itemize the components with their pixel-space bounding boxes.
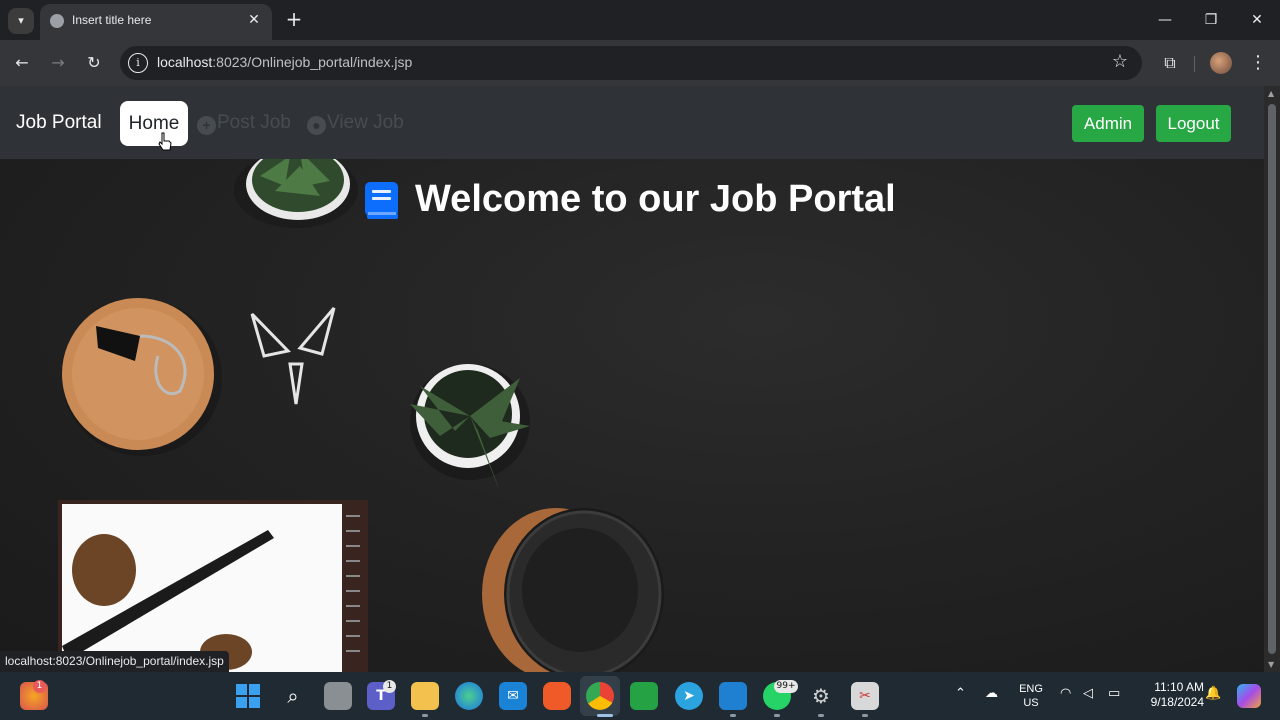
language-top: ENG — [1019, 683, 1043, 695]
address-bar[interactable]: i localhost:8023/Onlinejob_portal/index.… — [120, 46, 1142, 80]
book-icon — [365, 182, 398, 219]
scroll-up-icon[interactable]: ▲ — [1268, 89, 1274, 98]
bookmark-star-icon[interactable]: ☆ — [1112, 51, 1128, 72]
url-text[interactable]: localhost:8023/Onlinejob_portal/index.js… — [157, 54, 412, 70]
notification-bell-icon[interactable]: 🔔 — [1205, 686, 1221, 701]
scroll-down-icon[interactable]: ▼ — [1268, 660, 1274, 669]
restore-button[interactable]: ❐ — [1189, 6, 1233, 34]
language-indicator[interactable]: ENG US — [1018, 682, 1044, 710]
page-viewport: Job Portal Home + Post Job ● View Job Admi… — [0, 86, 1264, 672]
minimize-button[interactable]: — — [1143, 6, 1187, 34]
admin-button[interactable]: Admin — [1072, 105, 1144, 142]
whatsapp-badge: 99+ — [774, 680, 798, 693]
globe-icon — [50, 14, 64, 28]
vscode-icon[interactable] — [719, 682, 747, 710]
page-title: Welcome to our Job Portal — [415, 178, 896, 220]
back-arrow-icon[interactable]: ← — [8, 49, 36, 77]
brave-icon[interactable] — [543, 682, 571, 710]
new-tab-button[interactable]: + — [282, 8, 306, 32]
system-clock[interactable]: 11:10 AM 9/18/2024 — [1134, 680, 1204, 710]
weather-badge: 1 — [33, 680, 46, 693]
nav-link-view-job[interactable]: ● View Job — [307, 112, 404, 135]
scrollbar-thumb[interactable] — [1268, 104, 1276, 654]
volume-icon[interactable]: ◁ — [1083, 686, 1093, 701]
running-indicator — [774, 714, 780, 717]
nav-link-post-job[interactable]: + Post Job — [197, 112, 291, 135]
windows-start-icon[interactable] — [234, 682, 262, 710]
url-path: :8023/Onlinejob_portal/index.jsp — [212, 54, 413, 70]
onedrive-cloud-icon[interactable]: ☁ — [985, 686, 998, 701]
site-info-icon[interactable]: i — [128, 53, 148, 73]
task-view-icon[interactable] — [324, 682, 352, 710]
tab-title: Insert title here — [72, 13, 152, 27]
language-bottom: US — [1023, 697, 1039, 709]
tab-close-icon[interactable]: ✕ — [244, 10, 264, 30]
tab-search-chevron-icon[interactable]: ▾ — [8, 8, 34, 34]
search-icon[interactable]: ⌕ — [279, 682, 307, 710]
clock-time: 11:10 AM — [1154, 680, 1204, 694]
tab-strip: ▾ Insert title here ✕ + — ❐ ✕ — [0, 0, 1280, 40]
wifi-icon[interactable]: ◠ — [1060, 686, 1071, 701]
toolbar-divider — [1194, 56, 1195, 72]
snipping-tool-icon[interactable]: ✂ — [851, 682, 879, 710]
eye-icon: ● — [307, 116, 326, 135]
logout-button[interactable]: Logout — [1156, 105, 1231, 142]
plus-circle-icon: + — [197, 116, 216, 135]
reload-icon[interactable]: ↻ — [80, 49, 108, 77]
copilot-icon[interactable] — [1237, 684, 1261, 708]
nav-link-home[interactable]: Home — [120, 101, 188, 146]
status-bar-url: localhost:8023/Onlinejob_portal/index.js… — [0, 651, 229, 672]
show-hidden-icons-chevron-icon[interactable]: ⌃ — [955, 686, 966, 701]
hand-cursor-icon — [158, 132, 172, 151]
running-indicator — [597, 714, 613, 717]
teams-badge: 1 — [383, 680, 396, 693]
chrome-icon[interactable] — [586, 682, 614, 710]
browser-tab[interactable]: Insert title here ✕ — [40, 4, 272, 40]
running-indicator — [422, 714, 428, 717]
nav-link-view-job-label: View Job — [327, 112, 404, 133]
more-menu-icon[interactable]: ⋮ — [1246, 49, 1270, 77]
running-indicator — [818, 714, 824, 717]
battery-icon[interactable]: ▭ — [1108, 686, 1120, 701]
mail-icon[interactable]: ✉ — [499, 682, 527, 710]
browser-toolbar: ← → ↻ i localhost:8023/Onlinejob_portal/… — [0, 40, 1280, 86]
edge-icon[interactable] — [455, 682, 483, 710]
url-host: localhost — [157, 54, 213, 70]
page-scrollbar[interactable]: ▲ ▼ — [1264, 86, 1280, 672]
settings-gear-icon[interactable]: ⚙ — [807, 682, 835, 710]
running-indicator — [862, 714, 868, 717]
desk-background-illustration — [58, 148, 664, 672]
clock-date: 9/18/2024 — [1150, 695, 1204, 709]
close-window-button[interactable]: ✕ — [1235, 6, 1279, 34]
file-explorer-icon[interactable] — [411, 682, 439, 710]
extensions-puzzle-icon[interactable]: ⧉ — [1156, 49, 1184, 77]
running-indicator — [730, 714, 736, 717]
forward-arrow-icon[interactable]: → — [44, 49, 72, 77]
profile-avatar[interactable] — [1210, 52, 1232, 74]
telegram-icon[interactable]: ➤ — [675, 682, 703, 710]
chat-icon[interactable] — [630, 682, 658, 710]
site-navbar: Job Portal Home + Post Job ● View Job Admi… — [0, 86, 1264, 159]
brand-link[interactable]: Job Portal — [16, 112, 102, 134]
nav-link-post-job-label: Post Job — [217, 112, 291, 133]
